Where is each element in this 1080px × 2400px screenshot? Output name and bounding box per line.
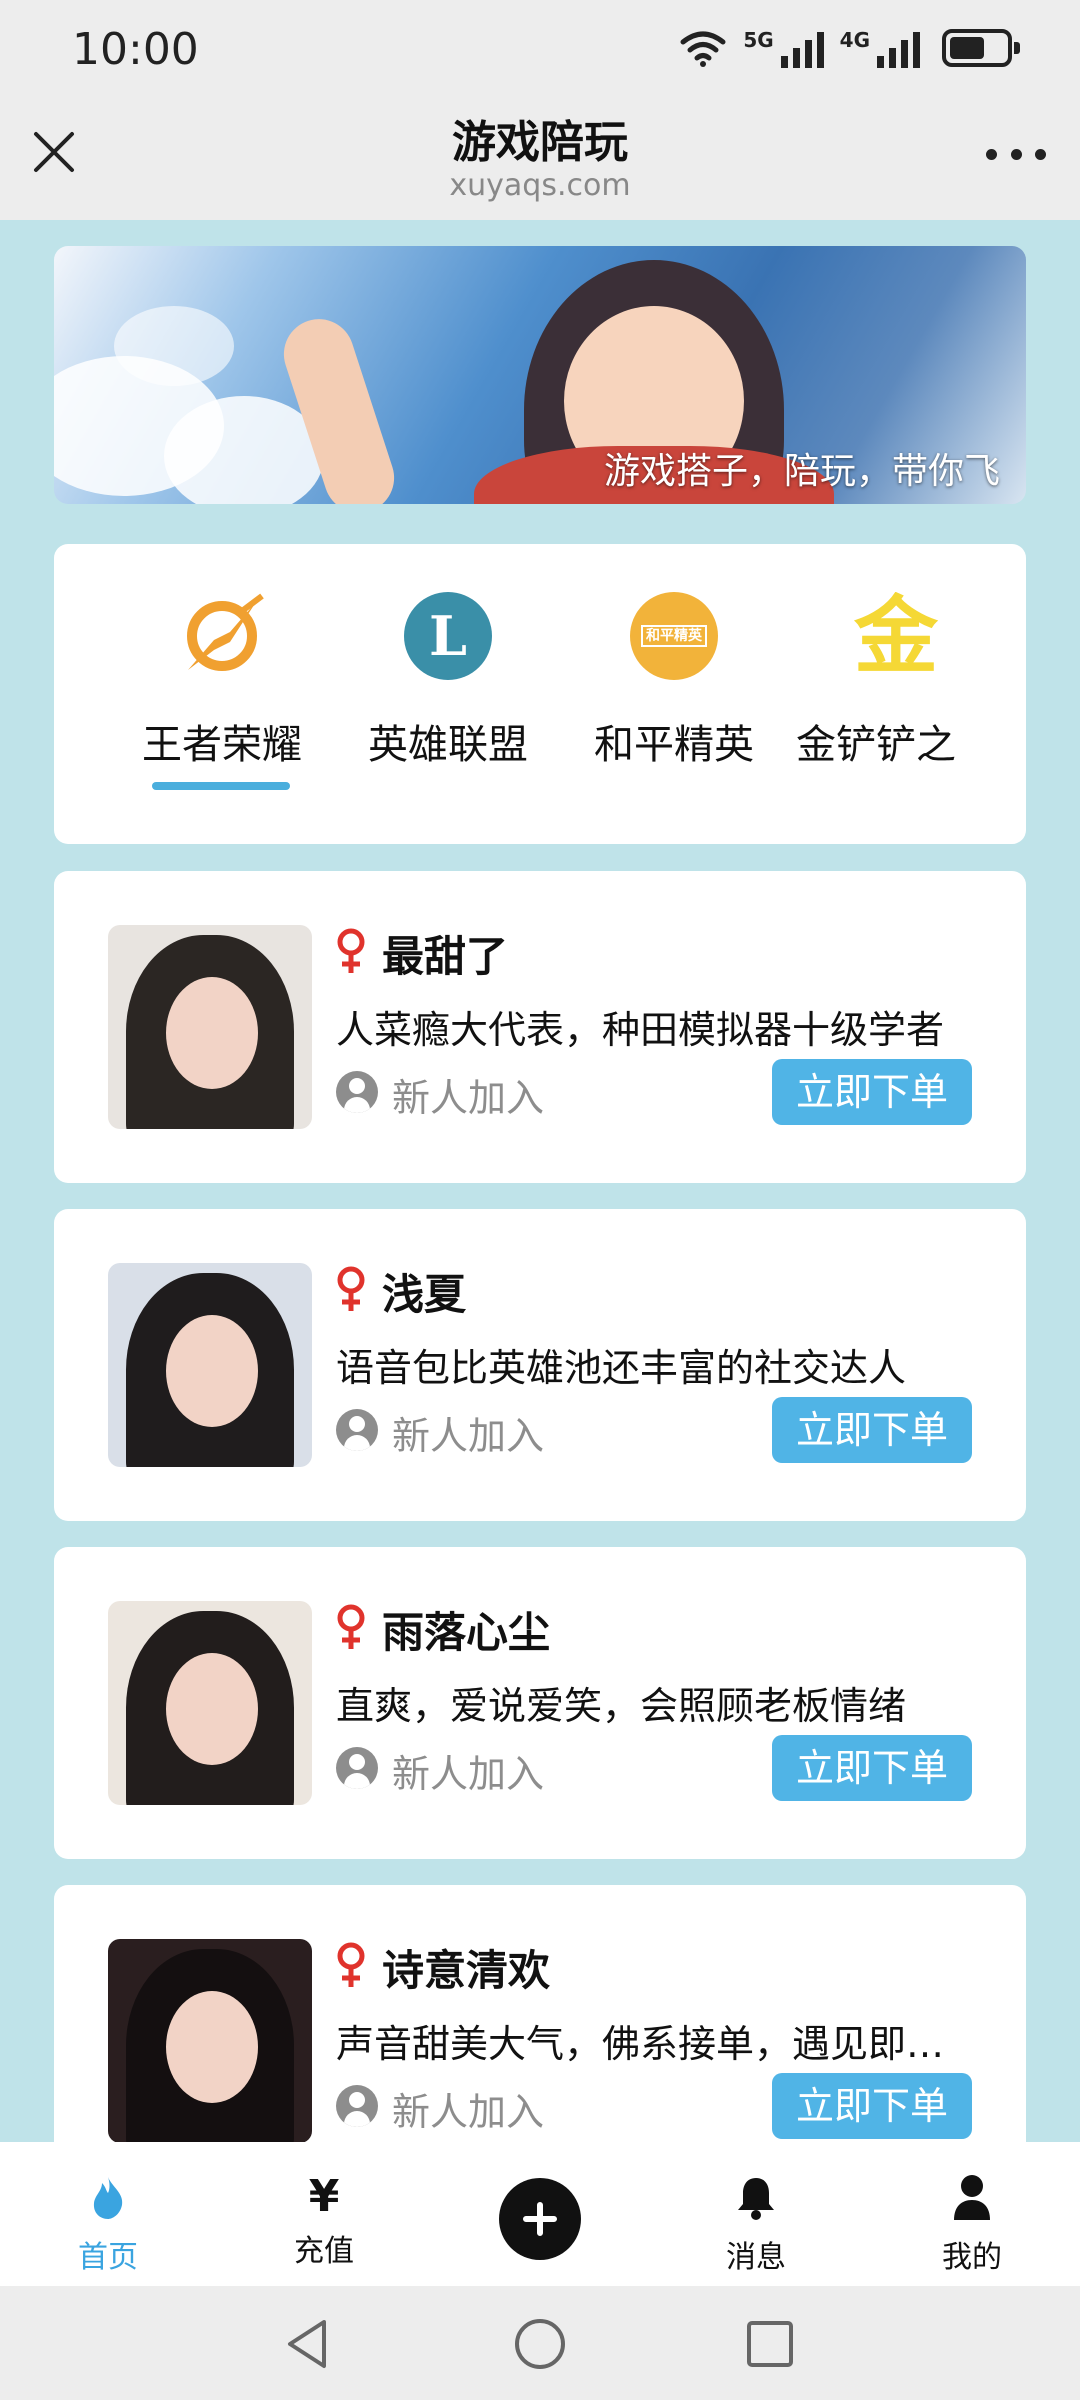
player-card[interactable]: 浅夏 语音包比英雄池还丰富的社交达人 新人加入 立即下单 <box>54 1209 1026 1521</box>
player-description: 直爽，爱说爱笑，会照顾老板情绪 <box>336 1684 907 1728</box>
player-status: 新人加入 <box>392 1752 545 1796</box>
nav-recharge[interactable]: ¥ 充值 <box>264 2172 384 2270</box>
game-category-tabs: 王者荣耀 L 英雄联盟 和平精英 和平精英 金 金铲铲之 <box>54 544 1026 844</box>
player-description: 语音包比英雄池还丰富的社交达人 <box>336 1346 907 1390</box>
promo-banner[interactable]: 游戏搭子，陪玩，带你飞 <box>54 246 1026 504</box>
player-name: 最甜了 <box>382 932 509 981</box>
more-button[interactable] <box>986 144 1046 164</box>
page-title: 游戏陪玩 <box>452 117 628 168</box>
nav-profile[interactable]: 我的 <box>912 2172 1032 2276</box>
nav-messages[interactable]: 消息 <box>696 2172 816 2276</box>
nav-label: 首页 <box>78 2240 138 2275</box>
tab-wzry[interactable]: 王者荣耀 <box>112 592 332 770</box>
wifi-icon <box>680 31 726 67</box>
player-status: 新人加入 <box>392 1076 545 1120</box>
player-avatar[interactable] <box>108 1939 312 2143</box>
home-circle-icon[interactable] <box>512 2316 568 2372</box>
user-icon <box>336 1071 378 1113</box>
nav-label: 我的 <box>942 2240 1002 2275</box>
recents-square-icon[interactable] <box>742 2316 798 2372</box>
tab-hpjy[interactable]: 和平精英 和平精英 <box>564 592 784 770</box>
player-status: 新人加入 <box>392 1414 545 1458</box>
more-dots-icon <box>986 148 997 160</box>
tab-label: 和平精英 <box>594 722 754 768</box>
female-icon <box>337 1942 365 1987</box>
player-avatar[interactable] <box>108 925 312 1129</box>
wzry-icon <box>178 592 266 680</box>
status-icons: 5G 4G <box>679 28 1020 68</box>
bottom-nav: 首页 ¥ 充值 消息 我的 <box>0 2142 1080 2286</box>
yen-icon: ¥ <box>308 2171 340 2222</box>
player-name: 诗意清欢 <box>382 1946 551 1995</box>
jcc-icon: 金 <box>853 592 938 685</box>
signal-4g-icon: 4G <box>840 28 920 68</box>
player-avatar[interactable] <box>108 1263 312 1467</box>
tab-lol[interactable]: L 英雄联盟 <box>338 592 558 770</box>
signal-5g-icon: 5G <box>743 28 824 68</box>
app-header: 游戏陪玩 xuyaqs.com <box>0 100 1080 220</box>
lol-icon: L <box>404 592 492 680</box>
user-icon <box>336 1409 378 1451</box>
hpjy-icon: 和平精英 <box>630 592 718 680</box>
nav-label: 消息 <box>726 2240 786 2275</box>
status-time: 10:00 <box>72 24 199 75</box>
banner-slogan: 游戏搭子，陪玩，带你飞 <box>603 451 1000 492</box>
person-icon <box>954 2175 990 2220</box>
player-name: 浅夏 <box>382 1270 467 1319</box>
network-5g-label: 5G <box>743 28 774 52</box>
player-card[interactable]: 最甜了 人菜瘾大代表，种田模拟器十级学者 新人加入 立即下单 <box>54 871 1026 1183</box>
player-avatar[interactable] <box>108 1601 312 1805</box>
female-icon <box>337 1266 365 1311</box>
status-bar: 10:00 5G 4G <box>0 0 1080 100</box>
nav-add-button[interactable] <box>499 2178 581 2260</box>
player-description: 人菜瘾大代表，种田模拟器十级学者 <box>336 1008 945 1052</box>
system-nav-bar <box>0 2286 1080 2400</box>
order-now-button[interactable]: 立即下单 <box>772 1059 972 1125</box>
order-now-button[interactable]: 立即下单 <box>772 1735 972 1801</box>
user-icon <box>336 2085 378 2127</box>
female-icon <box>337 1604 365 1649</box>
player-status: 新人加入 <box>392 2090 545 2134</box>
tab-label: 金铲铲之 <box>796 722 956 768</box>
battery-icon <box>942 29 1020 67</box>
order-now-button[interactable]: 立即下单 <box>772 2073 972 2139</box>
back-triangle-icon[interactable] <box>280 2316 336 2372</box>
page-domain: xuyaqs.com <box>449 168 631 203</box>
order-now-button[interactable]: 立即下单 <box>772 1397 972 1463</box>
tab-label: 英雄联盟 <box>368 722 528 768</box>
flame-icon <box>93 2177 123 2219</box>
active-tab-indicator <box>152 782 290 790</box>
player-description: 声音甜美大气，佛系接单，遇见即是缘 <box>336 2022 956 2066</box>
female-icon <box>337 928 365 973</box>
player-card[interactable]: 雨落心尘 直爽，爱说爱笑，会照顾老板情绪 新人加入 立即下单 <box>54 1547 1026 1859</box>
bell-icon <box>738 2178 774 2220</box>
tab-jcc[interactable]: 金 金铲铲之 <box>790 592 990 770</box>
plus-icon <box>523 2202 557 2236</box>
user-icon <box>336 1747 378 1789</box>
nav-label: 充值 <box>294 2234 354 2269</box>
tab-label: 王者荣耀 <box>142 722 302 768</box>
network-4g-label: 4G <box>839 28 870 52</box>
player-name: 雨落心尘 <box>382 1608 551 1657</box>
nav-home[interactable]: 首页 <box>48 2172 168 2276</box>
